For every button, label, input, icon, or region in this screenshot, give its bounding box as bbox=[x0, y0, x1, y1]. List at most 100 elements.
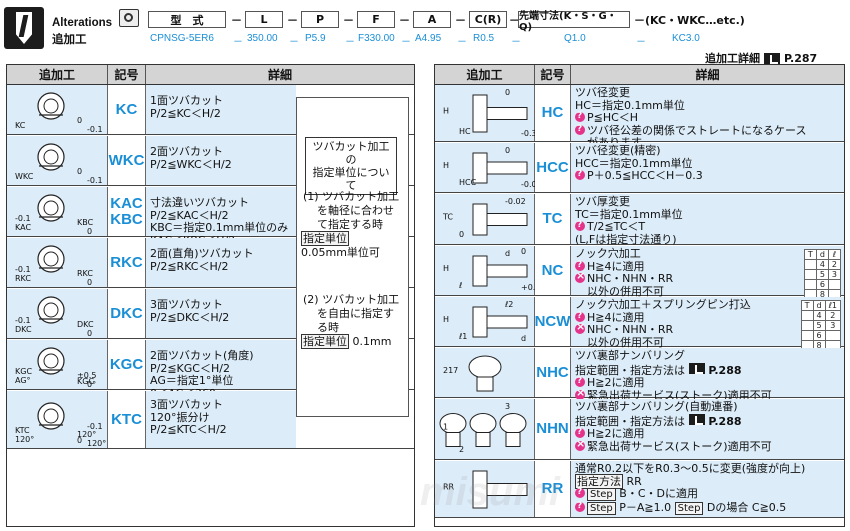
ex-label-a: A bbox=[413, 11, 451, 28]
row-detail: ツバ径変更(精密)HCC＝指定0.1mm単位P＋0.5≦HCC＜H－0.3 bbox=[571, 143, 844, 192]
figure-label: H bbox=[443, 161, 449, 170]
pin-flange bbox=[472, 94, 488, 133]
row-figure: WKC 0 -0.1 bbox=[7, 136, 108, 185]
size-table-cell: 6 bbox=[815, 279, 829, 290]
figure-label: -0.1 bbox=[87, 176, 103, 185]
page-ref[interactable]: P.288 bbox=[705, 364, 741, 377]
ex-label-type: 型 式 bbox=[148, 11, 226, 28]
header-title-ja: 追加工 bbox=[52, 32, 87, 46]
size-table-cell: 3 bbox=[827, 269, 842, 280]
ex-value: KC3.0 bbox=[672, 33, 700, 44]
row-code[interactable]: HC bbox=[535, 85, 571, 141]
col-header-code: 記号 bbox=[108, 65, 146, 84]
pin-shaft bbox=[486, 107, 528, 120]
size-table-cell bbox=[827, 279, 842, 290]
unit-tag: 指定単位 bbox=[301, 334, 349, 349]
row-code[interactable]: TC bbox=[535, 194, 571, 244]
row-figure: KC 0 -0.1 bbox=[7, 85, 108, 134]
row-figure: AG° ±0.5 0° KGC KGC bbox=[7, 340, 108, 389]
flange-cut-drawing: DKCDKC0-0.1 bbox=[15, 296, 94, 338]
code-label: KTC bbox=[111, 410, 142, 428]
code-label: RKC bbox=[110, 253, 143, 271]
row-code[interactable]: NC bbox=[535, 246, 571, 295]
applicable-icon bbox=[575, 168, 585, 181]
detail-ref-page: P.287 bbox=[784, 51, 818, 65]
applicable-icon bbox=[575, 219, 585, 232]
figure-label: -0.1 bbox=[15, 214, 31, 223]
ex-value: R0.5 bbox=[473, 33, 495, 44]
col-header-alteration: 追加工 bbox=[7, 65, 108, 84]
size-table-head: ℓ1 bbox=[824, 300, 842, 311]
row-code[interactable]: KGC bbox=[108, 340, 146, 389]
ex-label-cr: C(R) bbox=[469, 11, 507, 28]
size-table-head: d bbox=[815, 249, 829, 260]
size-table-cell: 4 bbox=[812, 310, 826, 321]
table-row: 123NHNツバ裏部ナンバリング(自動連番)指定範囲・指定方法は P.288H≧… bbox=[435, 399, 844, 460]
not-applicable-icon bbox=[575, 438, 585, 451]
row-code[interactable]: HCC bbox=[535, 143, 571, 192]
row-figure: KAC KBC 0 -0.1 bbox=[7, 187, 108, 236]
step-tag: Step bbox=[587, 501, 616, 515]
row-code[interactable]: RKC bbox=[108, 238, 146, 287]
unit-tag: 指定単位 bbox=[301, 231, 349, 246]
code-label: KC bbox=[115, 100, 138, 118]
note-p1: (1) ツバカット加工 を軸径に合わせ て指定する時 指定単位 0.05mm単位… bbox=[301, 190, 400, 259]
not-applicable-icon bbox=[575, 387, 585, 400]
detail-text: B・C・Dに適用 bbox=[615, 487, 698, 500]
row-code[interactable]: KAC KBC bbox=[108, 187, 146, 236]
figure-label: -0.1 bbox=[87, 125, 103, 134]
pin-drawing: TC 0 -0.02 bbox=[442, 197, 528, 239]
col-header-alteration: 追加工 bbox=[435, 65, 535, 84]
ex-value-dash: － bbox=[233, 37, 243, 48]
figure-label: 0 bbox=[505, 146, 510, 155]
row-code[interactable]: WKC bbox=[108, 136, 146, 185]
ex-value-dash: － bbox=[345, 37, 355, 48]
figure-label: TC bbox=[442, 213, 453, 222]
figure-label: 120° bbox=[15, 435, 34, 444]
detail-line: P/2≦KTC＜H/2 bbox=[150, 423, 227, 436]
detail-text: ツバ径変更(精密) bbox=[575, 144, 661, 157]
size-table: Td ℓ1 4 2 5 3 6 8 bbox=[800, 300, 842, 351]
detail-text: H≧4に適用 bbox=[587, 310, 645, 324]
detail-text: Dの場合 C≧0.5 bbox=[703, 500, 787, 514]
size-table-cell: 6 bbox=[812, 330, 826, 341]
detail-text: P－A≧1.0 bbox=[615, 500, 675, 514]
spec-value: RR bbox=[623, 474, 642, 488]
ex-label-tip: 先端寸法(K・S・G・Q) bbox=[518, 11, 630, 33]
pin-drawing: Hℓ1 ℓ2 d bbox=[443, 300, 528, 343]
row-code[interactable]: KTC bbox=[108, 391, 146, 448]
figure-label: KTC bbox=[15, 426, 30, 435]
detail-text: T/2≦TC＜T bbox=[587, 220, 646, 233]
size-table-cell bbox=[803, 269, 817, 280]
size-table-head: ℓ bbox=[827, 249, 842, 260]
row-code[interactable]: NCW bbox=[535, 297, 571, 346]
size-table-head: d bbox=[812, 300, 826, 311]
figure-label: AG° bbox=[15, 376, 31, 385]
table-header: 追加工 記号 詳細 bbox=[7, 65, 414, 85]
size-table-cell bbox=[803, 279, 817, 290]
row-code[interactable]: NHC bbox=[535, 348, 571, 397]
figure-label: -0.02 bbox=[521, 180, 535, 189]
figure-label: KGC bbox=[15, 367, 32, 376]
note-title: ツバカット加工の 指定単位について bbox=[305, 137, 397, 195]
catalog-icon bbox=[764, 52, 780, 64]
detail-line: P/2≦KC＜H/2 bbox=[150, 106, 221, 120]
step-tag: Step bbox=[587, 488, 616, 501]
ex-label-p: P bbox=[301, 11, 339, 28]
ex-trailing: －(KC・WKC…etc.) bbox=[634, 14, 745, 27]
figure-label: -0.1 bbox=[87, 422, 103, 431]
row-detail: 2面ツバカット P/2≦WKC＜H/2 bbox=[146, 136, 296, 185]
detail-line: P＋0.5≦HCC＜H－0.3 bbox=[575, 168, 840, 183]
row-code[interactable]: NHN bbox=[535, 399, 571, 459]
size-table-cell bbox=[800, 330, 814, 341]
figure-label: 0 bbox=[87, 329, 92, 338]
figure-label: d bbox=[505, 249, 510, 258]
row-code[interactable]: KC bbox=[108, 85, 146, 134]
applicable-icon bbox=[575, 110, 585, 123]
detail-text: ノック穴加工 bbox=[575, 247, 641, 260]
unit-value: 0.1mm bbox=[352, 335, 392, 348]
page-ref[interactable]: P.288 bbox=[705, 415, 741, 428]
row-code[interactable]: DKC bbox=[108, 289, 146, 338]
pin-shaft bbox=[445, 432, 461, 447]
figure-label: H bbox=[443, 264, 449, 273]
